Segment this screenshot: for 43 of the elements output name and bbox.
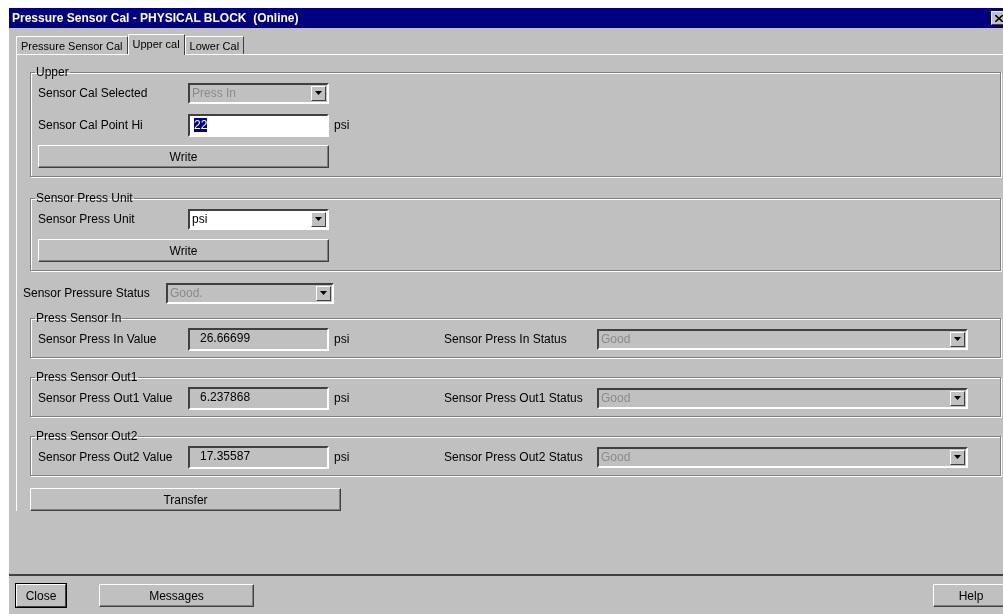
tab[interactable]: Pressure Sensor Cal — [16, 36, 128, 54]
unit-label: psi — [334, 118, 350, 132]
footer-button[interactable]: Close — [16, 584, 66, 607]
field-label: Sensor Press Out2 Status — [444, 450, 584, 464]
write-button[interactable]: Write — [38, 239, 329, 262]
group-title: Press Sensor Out1 — [35, 370, 139, 384]
group-title: Sensor Press Unit — [35, 191, 134, 205]
group-title: Press Sensor Out2 — [35, 429, 139, 443]
value-field: 6.237868 — [188, 386, 329, 410]
caret-icon — [320, 291, 327, 295]
group-title: Press Sensor In — [35, 311, 123, 325]
unit-label: psi — [334, 332, 351, 346]
unit-label: psi — [334, 450, 351, 464]
value-field: 26.66699 — [188, 327, 329, 351]
field-label: Sensor Cal Selected — [38, 86, 149, 100]
write-button[interactable]: Write — [38, 145, 329, 168]
close-button[interactable] — [991, 11, 1003, 25]
caret-icon — [315, 217, 322, 221]
close-icon — [995, 14, 1003, 22]
transfer-button[interactable]: Transfer — [30, 488, 341, 511]
field-label: Sensor Press Out1 Status — [444, 391, 584, 405]
field-label: Sensor Press In Value — [38, 332, 158, 346]
tab[interactable]: Lower Cal — [184, 36, 245, 54]
caret-icon — [954, 455, 961, 459]
tab[interactable]: Upper cal — [127, 34, 185, 55]
footer-button[interactable]: Messages — [99, 584, 254, 607]
field-label: Sensor Press Out1 Value — [38, 391, 174, 405]
dropdown[interactable]: psi — [188, 208, 329, 230]
group-title: Upper — [35, 65, 70, 79]
field-label: Sensor Pressure Status — [23, 286, 151, 300]
caret-icon — [954, 396, 961, 400]
unit-label: psi — [334, 391, 351, 405]
field-label: Sensor Press Out2 Value — [38, 450, 174, 464]
caret-icon — [315, 91, 322, 95]
dropdown-button[interactable] — [311, 211, 326, 227]
caret-icon — [954, 337, 961, 341]
field-label: Sensor Press In Status — [444, 332, 568, 346]
help-button[interactable]: Help — [933, 584, 1003, 607]
window-title: Pressure Sensor Cal - PHYSICAL BLOCK (Online) — [12, 11, 299, 25]
input-field[interactable]: 22 — [188, 113, 329, 137]
field-label: Sensor Cal Point Hi — [38, 118, 144, 132]
field-label: Sensor Press Unit — [38, 212, 136, 226]
value-field: 17.35587 — [188, 445, 329, 469]
